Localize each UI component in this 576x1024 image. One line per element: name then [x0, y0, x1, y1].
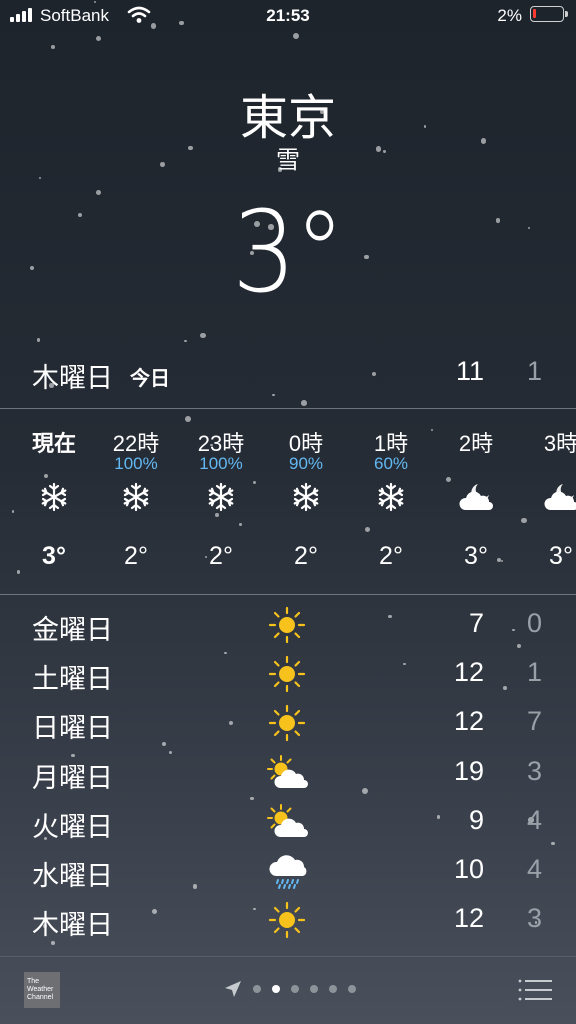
- snow-flake: [36, 337, 41, 342]
- snow-flake: [38, 177, 42, 180]
- daily-low: 4: [526, 854, 542, 884]
- hourly-temperature: 3°: [464, 542, 488, 570]
- current-temperature: 3°: [0, 188, 576, 318]
- snowflake-icon: [34, 480, 74, 514]
- hourly-precipitation: 90%: [288, 454, 324, 473]
- today-day: 木曜日: [32, 363, 113, 393]
- daily-day: 木曜日: [32, 910, 113, 941]
- snowflake-icon: [116, 480, 156, 514]
- hourly-time: 3時: [543, 431, 576, 456]
- divider-top: [0, 408, 576, 409]
- daily-high: 12: [453, 657, 484, 688]
- battery-percent: 2%: [497, 6, 522, 25]
- daily-row: 金曜日 7 0: [0, 600, 576, 648]
- snow-flake: [96, 35, 102, 41]
- hourly-temperature: 2°: [379, 542, 403, 570]
- sun-icon: [266, 704, 308, 742]
- hourly-precipitation: 60%: [373, 454, 409, 473]
- page-dot[interactable]: [348, 985, 356, 993]
- hourly-precipitation: 100%: [114, 454, 158, 473]
- sun-cloud-icon: [266, 803, 308, 841]
- current-temperature-value: 3°: [232, 188, 346, 318]
- rain-cloud-icon: [266, 852, 308, 890]
- daily-day: 金曜日: [32, 615, 113, 645]
- sun-cloud-icon: [266, 754, 308, 792]
- hourly-forecast[interactable]: 現在 3° 22時 100% 2° 23時 100% 2° 0時 90% 2° 1時 60% 2…: [0, 410, 576, 594]
- daily-low: 1: [526, 657, 542, 688]
- page-dot[interactable]: [272, 985, 280, 993]
- snowflake-icon: [371, 480, 411, 514]
- today-summary: 木曜日 今日 11 1: [0, 352, 576, 400]
- snow-flake: [51, 45, 56, 50]
- daily-low: 3: [526, 903, 542, 934]
- list-icon[interactable]: [518, 978, 552, 1002]
- page-dot[interactable]: [310, 985, 318, 993]
- page-dot[interactable]: [253, 985, 261, 993]
- hourly-temperature: 3°: [42, 542, 66, 570]
- today-high: 11: [455, 356, 484, 386]
- city-name: 東京: [239, 92, 336, 145]
- daily-low: 0: [526, 608, 542, 638]
- sun-icon: [266, 655, 308, 693]
- status-bar: SoftBank 21:53 2%: [0, 0, 576, 32]
- sun-icon: [266, 606, 308, 644]
- daily-day: 日曜日: [32, 713, 113, 744]
- snow-flake: [184, 339, 187, 342]
- current-condition: 雪: [276, 147, 300, 174]
- today-label: 今日: [130, 368, 170, 390]
- page-dot[interactable]: [329, 985, 337, 993]
- daily-day: 土曜日: [32, 664, 113, 695]
- daily-low: 4: [526, 804, 542, 835]
- hourly-temperature: 2°: [294, 542, 318, 570]
- snowflake-icon: [201, 480, 241, 514]
- battery-icon: [530, 6, 564, 22]
- snow-flake: [200, 332, 206, 338]
- daily-row: 水曜日 10 4: [0, 846, 576, 894]
- status-time: 21:53: [266, 6, 310, 25]
- hourly-time: 2時: [458, 431, 494, 456]
- location-arrow-icon[interactable]: [224, 980, 242, 998]
- daily-row: 木曜日 12 3: [0, 895, 576, 943]
- hourly-temperature: 2°: [124, 542, 148, 570]
- daily-high: 19: [453, 755, 484, 786]
- moon-cloud-icon: [456, 480, 496, 514]
- daily-row: 日曜日 12 7: [0, 698, 576, 746]
- sun-icon: [266, 901, 308, 939]
- daily-high: 9: [468, 804, 484, 835]
- snowflake-icon: [286, 480, 326, 514]
- page-dot[interactable]: [291, 985, 299, 993]
- weather-channel-logo[interactable]: The Weather Channel: [24, 972, 60, 1008]
- hourly-temperature: 2°: [209, 542, 233, 570]
- today-low: 1: [526, 356, 542, 386]
- daily-day: 月曜日: [32, 762, 113, 793]
- daily-high: 7: [468, 608, 484, 638]
- daily-row: 月曜日 19 3: [0, 748, 576, 796]
- daily-high: 12: [453, 903, 484, 934]
- hourly-temperature: 3°: [549, 542, 573, 570]
- divider-toolbar: [0, 956, 576, 957]
- snow-flake: [301, 400, 307, 407]
- daily-row: 火曜日 9 4: [0, 797, 576, 845]
- battery-fill: [533, 9, 536, 18]
- snow-flake: [293, 33, 300, 40]
- daily-low: 7: [526, 706, 542, 737]
- daily-day: 火曜日: [32, 811, 113, 842]
- hourly-precipitation: 100%: [199, 454, 243, 473]
- daily-row: 土曜日 12 1: [0, 649, 576, 697]
- divider-bottom: [0, 594, 576, 595]
- hourly-time: 現在: [31, 431, 76, 456]
- daily-high: 12: [453, 706, 484, 737]
- daily-high: 10: [453, 854, 484, 884]
- moon-cloud-icon: [541, 480, 576, 514]
- daily-low: 3: [526, 755, 542, 786]
- daily-day: 水曜日: [32, 861, 113, 891]
- battery-nub: [565, 11, 568, 17]
